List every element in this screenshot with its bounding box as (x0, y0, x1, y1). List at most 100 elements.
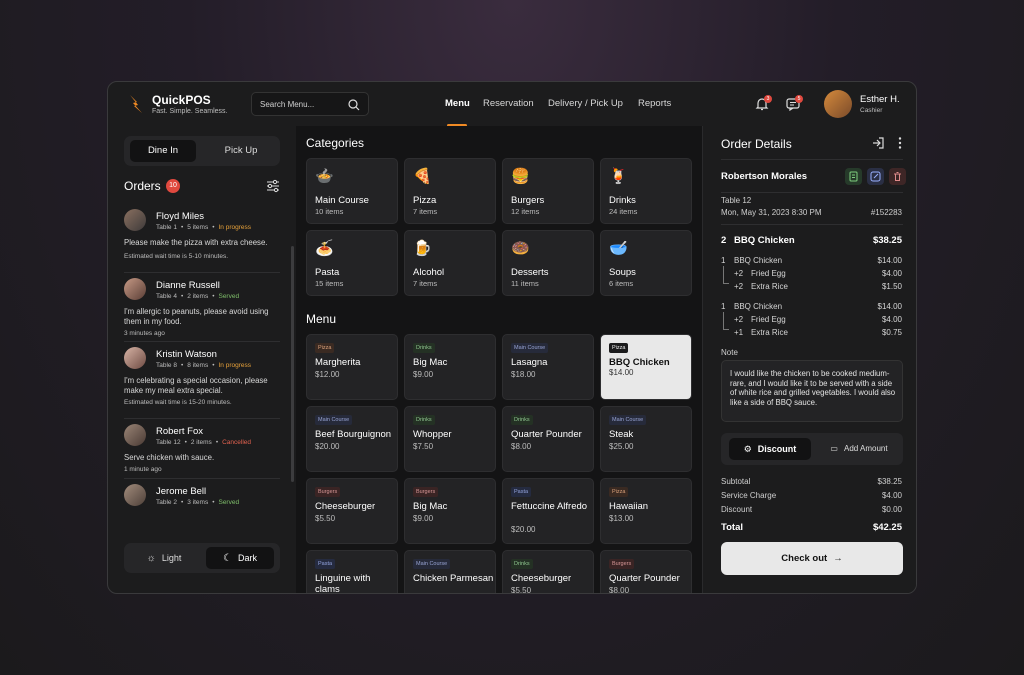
gear-icon: ⚙ (743, 444, 752, 454)
dark-theme-button[interactable]: ☾ Dark (206, 547, 274, 569)
order-items-count: 5 items (187, 224, 209, 231)
category-count: 7 items (413, 279, 438, 288)
subtotal-value: $38.25 (877, 477, 902, 486)
delete-button[interactable] (889, 168, 906, 185)
order-details-panel: Order Details Robertson Morales Table 12… (702, 126, 916, 593)
order-card[interactable]: Kristin Watson Table 8 • 8 items • In progre… (124, 342, 280, 419)
menu-item[interactable]: Pizza Margherita $12.00 (306, 334, 398, 400)
menu-item[interactable]: Drinks Big Mac $9.00 (404, 334, 496, 400)
category-desserts[interactable]: 🍩 Desserts 11 items (502, 230, 594, 296)
menu-item[interactable]: Pizza Hawaiian $13.00 (600, 478, 692, 544)
exit-icon[interactable] (871, 136, 885, 150)
checkout-label: Check out (781, 553, 828, 564)
order-card[interactable]: Robert Fox Table 12 • 2 items • Cancelled Se… (124, 419, 280, 479)
menu-item[interactable]: Pasta Fettuccine Alfredo $20.00 (502, 478, 594, 544)
category-count: 6 items (609, 279, 634, 288)
pick-up-tab[interactable]: Pick Up (208, 140, 274, 162)
light-theme-button[interactable]: ☼ Light (130, 547, 198, 569)
beer-icon: 🍺 (413, 240, 432, 257)
menu-item[interactable]: Burgers Cheeseburger $5.50 (306, 478, 398, 544)
item-price: $25.00 (609, 442, 634, 451)
drink-icon: 🍹 (609, 168, 628, 185)
item-tag: Main Course (413, 559, 451, 569)
category-main-course[interactable]: 🍲 Main Course 10 items (306, 158, 398, 224)
order-card[interactable]: Floyd Miles Table 1 • 5 items • In progress … (124, 204, 280, 273)
add-amount-button[interactable]: ▭ Add Amount (819, 438, 899, 460)
order-table: Table 12 (156, 439, 181, 446)
category-pizza[interactable]: 🍕 Pizza 7 items (404, 158, 496, 224)
item-tag: Burgers (315, 487, 341, 497)
discount-row-label: Discount (721, 505, 753, 514)
total-value: $42.25 (872, 522, 902, 533)
item-name: BBQ Chicken (734, 235, 795, 246)
pasta-icon: 🍝 (315, 240, 334, 257)
category-drinks[interactable]: 🍹 Drinks 24 items (600, 158, 692, 224)
menu-item[interactable]: Burgers Big Mac $9.00 (404, 478, 496, 544)
search-icon[interactable] (348, 99, 360, 111)
item-price: $20.00 (315, 442, 340, 451)
menu-item[interactable]: Main Course Steak $25.00 (600, 406, 692, 472)
category-name: Alcohol (413, 267, 445, 278)
category-soups[interactable]: 🥣 Soups 6 items (600, 230, 692, 296)
line-name: BBQ Chicken (734, 302, 783, 311)
menu-item[interactable]: Main Course Chicken Parmesan (404, 550, 496, 593)
arrow-right-icon: → (833, 553, 843, 564)
item-tag: Pizza (609, 487, 629, 497)
menu-item[interactable]: Main Course Lasagna $18.00 (502, 334, 594, 400)
item-tag: Pasta (315, 559, 336, 569)
customer-avatar (124, 424, 146, 446)
dine-in-tab[interactable]: Dine In (130, 140, 196, 162)
nav-reports[interactable]: Reports (638, 98, 671, 109)
order-items-count: 3 items (187, 499, 209, 506)
menu-item-selected[interactable]: Pizza BBQ Chicken $14.00 (600, 334, 692, 400)
user-name: Esther H. (860, 94, 900, 105)
receipt-button[interactable] (845, 168, 862, 185)
category-pasta[interactable]: 🍝 Pasta 15 items (306, 230, 398, 296)
customer-avatar (124, 347, 146, 369)
addon-qty: +2 (734, 315, 744, 324)
menu-item[interactable]: Pasta Linguine with clams (306, 550, 398, 593)
orders-panel: Dine In Pick Up Orders 10 Floyd Miles Ta… (108, 126, 296, 593)
addon-price: $0.75 (881, 328, 902, 337)
checkout-button[interactable]: Check out → (721, 542, 903, 575)
edit-button[interactable] (867, 168, 884, 185)
item-tag: Burgers (413, 487, 439, 497)
order-card[interactable]: Dianne Russell Table 4 • 2 items • Served I'… (124, 273, 280, 342)
orders-count-badge: 10 (166, 179, 180, 193)
main-course-icon: 🍲 (315, 168, 334, 185)
theme-toggle: ☼ Light ☾ Dark (124, 543, 280, 573)
menu-item[interactable]: Drinks Quarter Pounder $8.00 (502, 406, 594, 472)
more-vertical-icon[interactable] (893, 136, 907, 150)
orders-scrollbar[interactable] (291, 246, 294, 482)
category-burgers[interactable]: 🍔 Burgers 12 items (502, 158, 594, 224)
nav-reservation[interactable]: Reservation (483, 98, 534, 109)
item-name: Margherita (315, 357, 361, 368)
note-text: I would like the chicken to be cooked me… (730, 369, 896, 407)
category-name: Desserts (511, 267, 549, 278)
line-price: $14.00 (877, 256, 902, 265)
item-price: $5.50 (511, 586, 532, 594)
item-name: Big Mac (413, 501, 448, 512)
menu-item[interactable]: Main Course Beef Bourguignon $20.00 (306, 406, 398, 472)
categories-title: Categories (306, 136, 365, 150)
item-tag: Pizza (315, 343, 335, 353)
note-textarea[interactable]: I would like the chicken to be cooked me… (721, 360, 903, 422)
filter-icon[interactable] (266, 179, 280, 193)
wallet-icon: ▭ (830, 444, 838, 453)
category-alcohol[interactable]: 🍺 Alcohol 7 items (404, 230, 496, 296)
menu-item[interactable]: Burgers Quarter Pounder $8.00 (600, 550, 692, 593)
category-name: Soups (609, 267, 636, 278)
nav-delivery-pickup[interactable]: Delivery / Pick Up (548, 98, 623, 109)
discount-button[interactable]: ⚙ Discount (729, 438, 811, 460)
item-name: Whopper (413, 429, 452, 440)
order-items-count: 2 items (187, 293, 209, 300)
nav-menu[interactable]: Menu (445, 98, 470, 109)
user-avatar[interactable] (824, 90, 852, 118)
menu-item[interactable]: Drinks Whopper $7.50 (404, 406, 496, 472)
add-amount-label: Add Amount (843, 444, 888, 453)
item-name: Steak (609, 429, 634, 440)
item-name: Hawaiian (609, 501, 649, 512)
menu-item[interactable]: Drinks Cheeseburger $5.50 (502, 550, 594, 594)
search-input[interactable]: Search Menu... (251, 92, 369, 116)
order-card[interactable]: Jerome Bell Table 2 • 3 items • Served (124, 479, 280, 519)
